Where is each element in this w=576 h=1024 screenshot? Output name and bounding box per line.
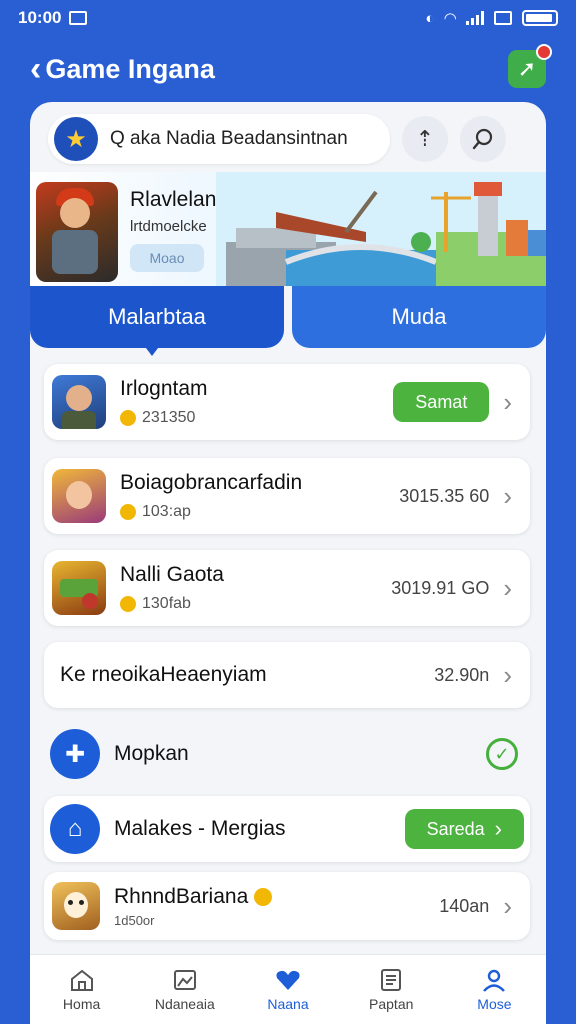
tab-bar: Malarbtaa Muda (30, 286, 546, 356)
chevron-left-icon: ‹ (30, 50, 42, 88)
game-thumbnail (52, 469, 106, 523)
item-title: Boiagobrancarfadin (120, 471, 303, 494)
game-thumbnail (52, 882, 100, 930)
item-title: Nalli Gaota (120, 563, 224, 586)
gallery-icon (173, 969, 196, 990)
list-item[interactable]: Ke rneoikaHeaenyiam 32.90n › (44, 642, 530, 708)
item-action-button[interactable]: Sareda › (404, 809, 524, 849)
back-button[interactable]: ‹ Game Ingana (30, 52, 215, 86)
battery-icon (522, 10, 558, 26)
home-icon (70, 969, 93, 991)
search-input[interactable]: ★ Q aka Nadia Beadansintnan (48, 114, 390, 164)
trend-icon: ➚ (517, 56, 537, 81)
profile-icon (483, 969, 506, 992)
item-title-text: RhnndBariana (114, 884, 249, 908)
chevron-right-icon: › (503, 890, 512, 921)
nav-home[interactable]: Homa (30, 955, 133, 1024)
chevron-right-icon: › (503, 386, 512, 417)
banner-character-image (36, 182, 118, 282)
item-value: 3019.91 GO (391, 577, 490, 598)
tab-malarbtaa[interactable]: Malarbtaa (30, 286, 284, 356)
check-icon[interactable]: ✓ (486, 738, 518, 770)
nav-label: Naana (267, 995, 309, 1012)
notification-dot (536, 44, 552, 60)
list-item[interactable]: RhnndBariana 1d50or 140an › (44, 872, 530, 940)
item-title: RhnndBariana (114, 885, 439, 909)
heart-icon (276, 970, 300, 990)
list-item[interactable]: Nalli Gaota 130fab 3019.91 GO › (44, 550, 530, 626)
status-bar: 10:00 ◐ ◠ (0, 0, 576, 36)
item-value: 140an (439, 895, 490, 916)
medal-icon (254, 887, 273, 906)
wifi-icon: ◠ (444, 10, 456, 27)
gift-icon: ✚ (50, 729, 100, 779)
list-item[interactable]: Irlogntam 231350 Samat › (44, 364, 530, 440)
list-item[interactable]: ⌂ Malakes - Mergias Sareda › (44, 796, 530, 862)
nav-documents[interactable]: Paptan (340, 955, 443, 1024)
coin-icon (120, 596, 136, 612)
bottom-nav: Homa Ndaneaia Naana Paptan Mose (30, 954, 546, 1024)
nav-profile[interactable]: Mose (443, 955, 546, 1024)
item-value: 32.90n (434, 664, 490, 685)
nav-label: Paptan (369, 995, 414, 1012)
search-icon (472, 128, 493, 150)
game-thumbnail (52, 561, 106, 615)
share-icon: ⇡ (415, 126, 435, 151)
page-title: Game Ingana (45, 53, 215, 84)
notification-button[interactable]: ➚ (508, 44, 552, 88)
search-text: Q aka Nadia Beadansintnan (110, 128, 348, 149)
status-time: 10:00 (18, 8, 62, 27)
search-button[interactable] (460, 116, 506, 162)
search-row: ★ Q aka Nadia Beadansintnan ⇡ (48, 114, 528, 164)
nav-label: Mose (477, 995, 512, 1012)
sim-icon (494, 11, 512, 25)
tab-muda[interactable]: Muda (292, 286, 546, 348)
item-value: 3015.35 60 (399, 485, 490, 506)
section-title: Mopkan (114, 742, 189, 765)
coin-icon (120, 410, 136, 426)
nav-gallery[interactable]: Ndaneaia (133, 955, 236, 1024)
city-illustration (216, 172, 546, 286)
game-thumbnail (52, 375, 106, 429)
item-title: Ke rneoikaHeaenyiam (60, 663, 267, 686)
app-logo-icon: ★ (54, 117, 98, 161)
nav-label: Homa (62, 995, 101, 1012)
notification-icon (69, 11, 88, 25)
share-button[interactable]: ⇡ (402, 116, 448, 162)
chevron-right-icon: › (503, 572, 512, 603)
app-header: ‹ Game Ingana ➚ (0, 44, 576, 94)
main-card: ★ Q aka Nadia Beadansintnan ⇡ Rlavlelan … (30, 102, 546, 1024)
chevron-right-icon: › (503, 480, 512, 511)
nav-favorites[interactable]: Naana (236, 955, 339, 1024)
list-item[interactable]: Boiagobrancarfadin 103:ap 3015.35 60 › (44, 458, 530, 534)
vibrate-icon: ◐ (425, 9, 435, 27)
nav-label: Ndaneaia (154, 995, 215, 1012)
item-sub: 231350 (142, 409, 196, 426)
item-title: Irlogntam (120, 377, 208, 400)
chevron-right-icon: › (503, 659, 512, 690)
item-action-button[interactable]: Samat (393, 382, 490, 422)
section-header[interactable]: ✚ Mopkan ✓ (44, 726, 530, 782)
item-action-label: Sareda (426, 818, 485, 839)
item-sub: 1d50or (114, 912, 155, 928)
signal-icon (466, 11, 484, 25)
chevron-right-icon: › (494, 816, 502, 841)
bookmark-icon: ⌂ (50, 804, 100, 854)
item-sub: 130fab (142, 595, 191, 612)
promo-banner[interactable]: Rlavlelan laah lrtdmoelcke Moao (30, 172, 546, 286)
coin-icon (120, 504, 136, 520)
banner-button[interactable]: Moao (130, 244, 204, 272)
document-icon (381, 968, 402, 991)
banner-subtitle: lrtdmoelcke (130, 218, 207, 235)
item-sub: 103:ap (142, 503, 191, 520)
item-title: Malakes - Mergias (114, 817, 286, 840)
